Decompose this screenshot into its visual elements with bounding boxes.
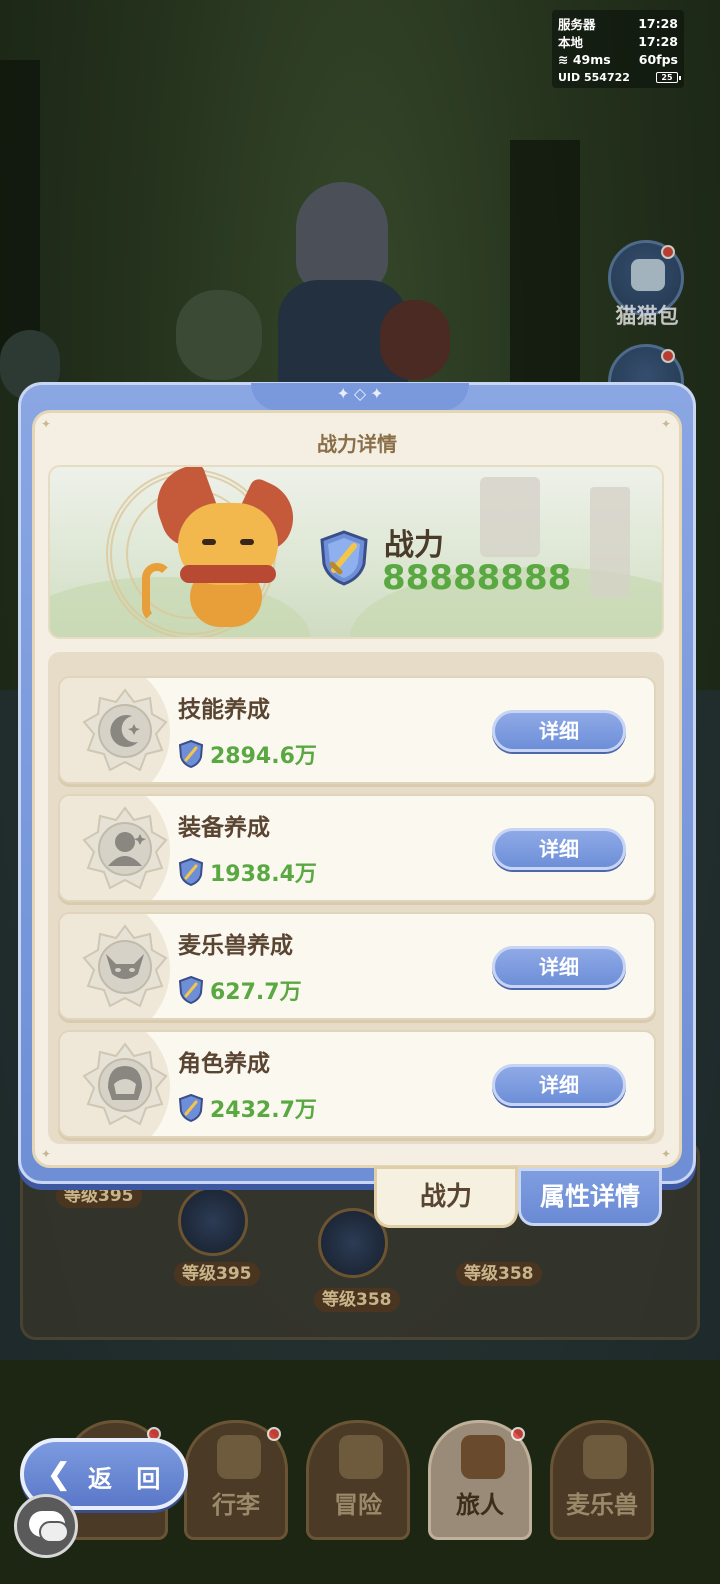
server-label: 服务器: [558, 16, 596, 32]
nav-tab-label: 冒险: [334, 1491, 382, 1519]
server-time: 17:28: [638, 15, 678, 31]
row-value: 2432.7万: [210, 1098, 317, 1123]
corner-ornament-icon: ✦: [661, 417, 672, 431]
traveler-icon: [461, 1435, 505, 1479]
details-button[interactable]: 详细: [492, 710, 626, 752]
cat-mascot-eye: [202, 539, 216, 545]
nav-tab-adventure[interactable]: 冒险: [306, 1420, 410, 1540]
details-button[interactable]: 详细: [492, 828, 626, 870]
power-shield-icon: [178, 858, 204, 886]
row-value: 1938.4万: [210, 862, 317, 887]
level-badge: 等级358: [456, 1262, 542, 1286]
modal-title: 战力详情: [317, 432, 397, 456]
chat-bubble-icon: [39, 1521, 69, 1543]
level-badge: 等级395: [56, 1184, 142, 1208]
row-title: 麦乐兽养成: [178, 933, 293, 959]
cat-bag-label: 猫猫包: [615, 304, 679, 328]
row-value: 2894.6万: [210, 744, 317, 769]
tab-power[interactable]: 战力: [374, 1166, 518, 1228]
cat-mascot-tail: [142, 563, 172, 623]
power-shield-icon: [320, 530, 368, 586]
uid: UID 554722: [558, 70, 630, 84]
crossed-swords-icon: [339, 1435, 383, 1479]
corner-ornament-icon: ✦: [41, 417, 52, 431]
fps: 60fps: [638, 51, 678, 67]
nav-tab-label: 旅人: [456, 1491, 504, 1519]
row-title: 技能养成: [178, 697, 270, 723]
background-pillar: [510, 140, 580, 400]
power-shield-icon: [178, 976, 204, 1004]
cat-face-icon: [82, 924, 168, 1008]
corner-ornament-icon: ✦: [661, 1147, 672, 1161]
nav-tab-luggage[interactable]: 行李: [184, 1420, 288, 1540]
notification-dot: [267, 1427, 281, 1441]
tab-attribute-details[interactable]: 属性详情: [518, 1168, 662, 1226]
details-button[interactable]: 详细: [492, 946, 626, 988]
equipment-figure-icon: [82, 806, 168, 890]
chat-button[interactable]: [14, 1494, 78, 1558]
banner-ruin: [590, 487, 630, 597]
row-title: 角色养成: [178, 1051, 270, 1077]
background-character: [296, 182, 388, 292]
details-button[interactable]: 详细: [492, 1064, 626, 1106]
power-value: 88888888: [382, 558, 572, 598]
row-title: 装备养成: [178, 815, 270, 841]
background-pillar: [0, 60, 40, 360]
level-badge: 等级395: [174, 1262, 260, 1286]
local-time: 17:28: [638, 33, 678, 49]
power-shield-icon: [178, 740, 204, 768]
list-item: 麦乐兽养成 627.7万 详细: [58, 912, 656, 1020]
corner-ornament-icon: ✦: [41, 1147, 52, 1161]
cat-mascot-scarf: [180, 565, 276, 583]
battery-icon: 25: [656, 71, 681, 83]
moon-star-icon: [82, 688, 168, 772]
back-button-label: 返 回: [88, 1465, 169, 1493]
notification-dot: [661, 245, 675, 259]
cat-bag-icon: [631, 259, 665, 291]
power-shield-icon: [178, 1094, 204, 1122]
list-item: 角色养成 2432.7万 详细: [58, 1030, 656, 1138]
luggage-icon: [217, 1435, 261, 1479]
ornament-icon: ✦◇✦: [336, 384, 388, 403]
nav-tab-melee-beast[interactable]: 麦乐兽: [550, 1420, 654, 1540]
banner-ruin: [480, 477, 540, 557]
ping: ≋ 49ms: [558, 51, 611, 67]
list-item: 装备养成 1938.4万 详细: [58, 794, 656, 902]
wifi-icon: ≋: [558, 51, 569, 67]
team-slot[interactable]: [178, 1186, 248, 1256]
background-pet: [380, 300, 450, 380]
background-pet: [176, 290, 262, 380]
notification-dot: [661, 349, 675, 363]
nav-tab-traveler[interactable]: 旅人: [428, 1420, 532, 1540]
back-arrow-icon: ❮: [46, 1457, 72, 1492]
nav-tab-label: 麦乐兽: [566, 1491, 638, 1519]
list-item: 技能养成 2894.6万 详细: [58, 676, 656, 784]
status-overlay: 服务器 17:28 本地 17:28 ≋ 49ms 60fps UID 554722 2…: [552, 10, 684, 88]
notification-dot: [511, 1427, 525, 1441]
local-label: 本地: [558, 34, 584, 50]
row-value: 627.7万: [210, 980, 302, 1005]
cat-mascot-eye: [240, 539, 254, 545]
nav-tab-label: 行李: [212, 1491, 260, 1519]
character-head-icon: [82, 1042, 168, 1126]
level-badge: 等级358: [314, 1288, 400, 1312]
melee-beast-icon: [583, 1435, 627, 1479]
